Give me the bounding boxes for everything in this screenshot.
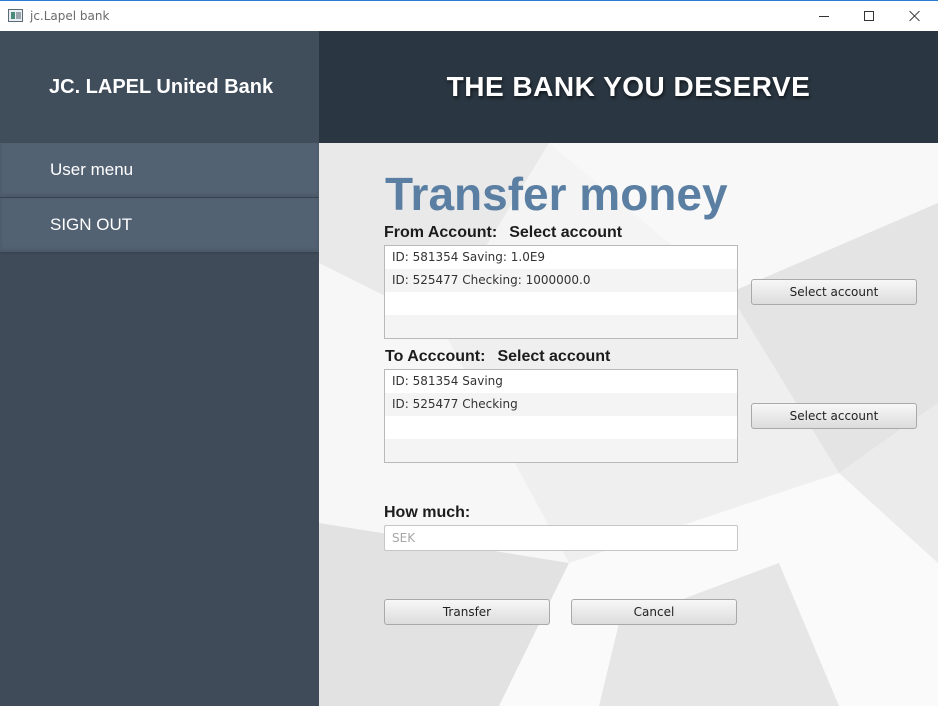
close-button[interactable] [892,1,938,31]
list-item[interactable]: ID: 581354 Saving [385,370,737,393]
minimize-button[interactable] [801,1,847,31]
cancel-button[interactable]: Cancel [571,599,737,625]
select-to-account-button[interactable]: Select account [751,403,917,429]
header-tagline: THE BANK YOU DESERVE [446,71,811,102]
to-account-list[interactable]: ID: 581354 Saving ID: 525477 Checking [384,369,738,463]
from-account-list[interactable]: ID: 581354 Saving: 1.0E9 ID: 525477 Chec… [384,245,738,339]
from-account-selected: Select account [509,224,623,241]
sidebar-item-label: SIGN OUT [50,215,133,234]
app-icon [8,9,23,22]
list-item-empty [385,416,737,439]
amount-input[interactable] [384,525,738,551]
list-item[interactable]: ID: 525477 Checking: 1000000.0 [385,269,737,292]
minimize-icon [819,15,829,17]
to-account-caption: To Acccount: [385,348,486,365]
maximize-icon [864,11,874,21]
to-account-selected: Select account [497,348,611,365]
maximize-button[interactable] [846,1,892,31]
list-item-empty [385,439,737,462]
brand-panel: JC. LAPEL United Bank [0,31,319,143]
sidebar: JC. LAPEL United Bank User menu SIGN OUT [0,31,319,706]
sidebar-item-sign-out[interactable]: SIGN OUT [0,198,319,252]
header-banner: THE BANK YOU DESERVE [319,31,938,143]
from-account-label: From Account: Select account [384,224,622,242]
list-item[interactable]: ID: 525477 Checking [385,393,737,416]
from-account-caption: From Account: [384,224,498,241]
main-panel: Transfer money From Account: Select accou… [319,143,938,706]
list-item[interactable]: ID: 581354 Saving: 1.0E9 [385,246,737,269]
transfer-button[interactable]: Transfer [384,599,550,625]
close-icon [909,10,921,22]
select-from-account-button[interactable]: Select account [751,279,917,305]
list-item-empty [385,315,737,338]
brand-name: JC. LAPEL United Bank [49,75,274,98]
sidebar-item-user-menu[interactable]: User menu [0,143,319,197]
page-title: Transfer money [385,168,728,220]
sidebar-item-label: User menu [50,160,134,179]
window-titlebar: jc.Lapel bank [0,0,938,31]
window-title: jc.Lapel bank [30,9,110,23]
to-account-label: To Acccount: Select account [385,348,610,366]
list-item-empty [385,292,737,315]
amount-label: How much: [384,504,471,521]
